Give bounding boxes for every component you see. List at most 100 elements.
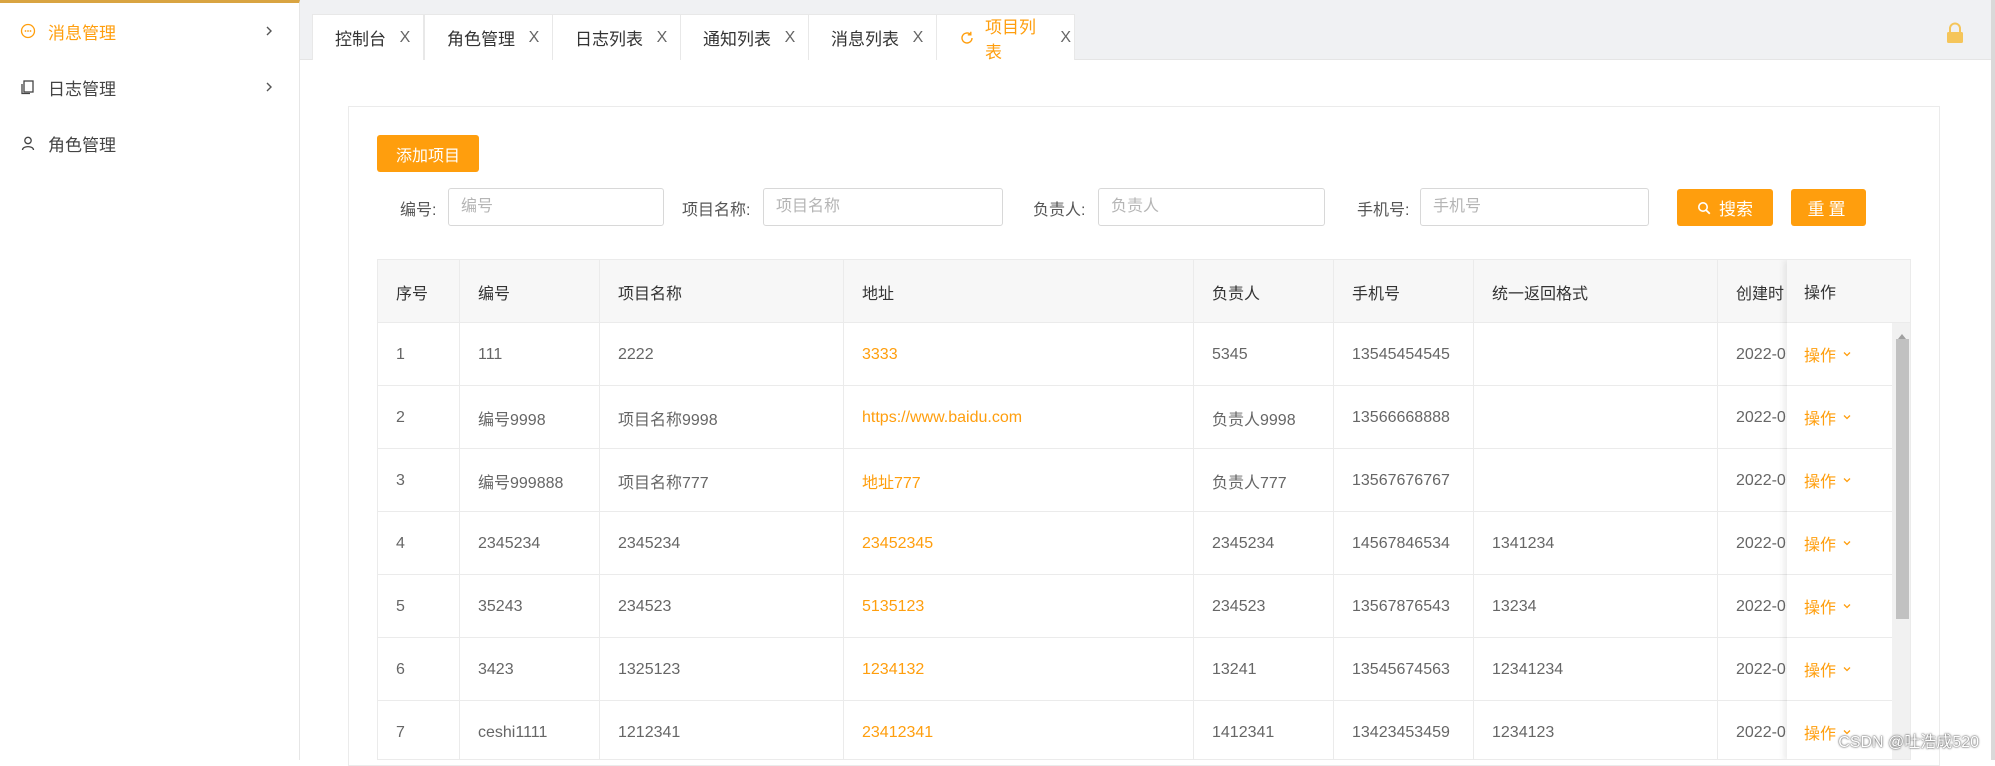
- tab-log-list[interactable]: 日志列表 X: [552, 14, 681, 60]
- table-cell: 2345234: [1194, 512, 1334, 575]
- tab-bar: 控制台 X 角色管理 X 日志列表 X 通知列表 X 消息列表 X 项目列表 X: [300, 0, 1995, 60]
- column-header: 创建时: [1718, 260, 1798, 323]
- table-cell: 5345: [1194, 323, 1334, 386]
- table-cell: 编号999888: [460, 449, 600, 512]
- tab-console[interactable]: 控制台 X: [312, 14, 424, 60]
- table-cell: 111: [460, 323, 600, 386]
- operations-label: 操作: [1804, 531, 1836, 555]
- chevron-down-icon: [1842, 664, 1852, 674]
- close-icon[interactable]: X: [525, 29, 543, 47]
- reset-button[interactable]: 重置: [1791, 189, 1866, 226]
- tab-notice-list[interactable]: 通知列表 X: [680, 14, 809, 60]
- sidebar: 消息管理 日志管理 角色管理: [0, 0, 300, 760]
- table-cell: ceshi1111: [460, 701, 600, 760]
- address-link[interactable]: 1234132: [844, 638, 1194, 701]
- table-cell: 2345234: [600, 512, 844, 575]
- close-icon[interactable]: X: [1057, 29, 1074, 47]
- column-header: 地址: [844, 260, 1194, 323]
- table-cell: 2022-0: [1718, 575, 1798, 638]
- close-icon[interactable]: X: [909, 29, 927, 47]
- column-header: 负责人: [1194, 260, 1334, 323]
- operations-dropdown[interactable]: 操作: [1787, 638, 1892, 701]
- vertical-scrollbar[interactable]: [1892, 323, 1911, 760]
- operations-dropdown[interactable]: 操作: [1787, 323, 1892, 386]
- tab-label: 日志列表: [575, 25, 643, 50]
- address-link[interactable]: 23452345: [844, 512, 1194, 575]
- table-cell: 2022-0: [1718, 323, 1798, 386]
- table-cell: 13545674563: [1334, 638, 1474, 701]
- tab-message-list[interactable]: 消息列表 X: [808, 14, 937, 60]
- log-icon: [20, 79, 36, 95]
- table-header: 序号 编号 项目名称 地址 负责人 手机号 统一返回格式 创建时: [378, 260, 1911, 323]
- project-table: 序号 编号 项目名称 地址 负责人 手机号 统一返回格式 创建时 1 111 2…: [377, 259, 1911, 760]
- filter-label-owner: 负责人:: [1033, 196, 1085, 220]
- add-project-button[interactable]: 添加项目: [377, 135, 479, 172]
- scroll-up-arrow-icon[interactable]: [1897, 327, 1907, 335]
- watermark: CSDN @吐浩成520: [1838, 728, 1979, 752]
- table-cell: 负责人9998: [1194, 386, 1334, 449]
- table-cell: 编号9998: [460, 386, 600, 449]
- table-cell: 1212341: [600, 701, 844, 760]
- project-name-input[interactable]: [763, 188, 1003, 226]
- chevron-down-icon: [1842, 349, 1852, 359]
- filter-label-phone: 手机号:: [1357, 196, 1409, 220]
- table-cell: [1474, 386, 1718, 449]
- window-edge: [1991, 0, 1995, 760]
- tab-role-management[interactable]: 角色管理 X: [424, 14, 553, 60]
- address-link[interactable]: 地址777: [844, 449, 1194, 512]
- table-cell: 2222: [600, 323, 844, 386]
- table-cell: 2022-0: [1718, 701, 1798, 760]
- operations-label: 操作: [1804, 657, 1836, 681]
- address-link[interactable]: 3333: [844, 323, 1194, 386]
- address-link[interactable]: 23412341: [844, 701, 1194, 760]
- phone-input[interactable]: [1420, 188, 1649, 226]
- code-input[interactable]: [448, 188, 664, 226]
- chevron-down-icon: [1842, 412, 1852, 422]
- tab-label: 控制台: [335, 25, 386, 50]
- table-cell: 1341234: [1474, 512, 1718, 575]
- table-cell: 234523: [1194, 575, 1334, 638]
- lock-icon[interactable]: [1945, 22, 1965, 44]
- operations-column: 操作 操作 操作 操作 操作 操作 操作 操作: [1787, 260, 1892, 760]
- operations-dropdown[interactable]: 操作: [1787, 449, 1892, 512]
- address-link[interactable]: https://www.baidu.com: [844, 386, 1194, 449]
- sidebar-item-label: 日志管理: [48, 75, 116, 100]
- close-icon[interactable]: X: [781, 29, 799, 47]
- table-cell: 35243: [460, 575, 600, 638]
- user-icon: [20, 135, 36, 151]
- message-icon: [20, 23, 36, 39]
- operations-dropdown[interactable]: 操作: [1787, 575, 1892, 638]
- table-cell: 负责人777: [1194, 449, 1334, 512]
- tab-project-list[interactable]: 项目列表 X: [936, 14, 1075, 60]
- sidebar-item-role-management[interactable]: 角色管理: [0, 115, 299, 171]
- table-cell: 2022-0: [1718, 386, 1798, 449]
- scrollbar-thumb[interactable]: [1896, 339, 1909, 619]
- sidebar-item-log-management[interactable]: 日志管理: [0, 59, 299, 115]
- table-cell: [1474, 449, 1718, 512]
- column-header: 项目名称: [600, 260, 844, 323]
- search-icon: [1697, 201, 1711, 215]
- table-cell: 13545454545: [1334, 323, 1474, 386]
- table-cell: [1474, 323, 1718, 386]
- sidebar-item-message-management[interactable]: 消息管理: [0, 3, 299, 59]
- table-cell: 1: [378, 323, 460, 386]
- operations-dropdown[interactable]: 操作: [1787, 512, 1892, 575]
- search-button[interactable]: 搜索: [1677, 189, 1773, 226]
- operations-dropdown[interactable]: 操作: [1787, 386, 1892, 449]
- close-icon[interactable]: X: [653, 29, 671, 47]
- chevron-right-icon: [263, 81, 275, 93]
- table-cell: 3423: [460, 638, 600, 701]
- close-icon[interactable]: X: [396, 29, 414, 47]
- table-row: 2 编号9998 项目名称9998 https://www.baidu.com …: [378, 386, 1911, 449]
- operations-label: 操作: [1804, 405, 1836, 429]
- table-cell: 项目名称9998: [600, 386, 844, 449]
- tab-label: 角色管理: [447, 25, 515, 50]
- table-cell: 13567676767: [1334, 449, 1474, 512]
- chevron-right-icon: [263, 25, 275, 37]
- table-row: 3 编号999888 项目名称777 地址777 负责人777 13567676…: [378, 449, 1911, 512]
- address-link[interactable]: 5135123: [844, 575, 1194, 638]
- table-cell: 3: [378, 449, 460, 512]
- owner-input[interactable]: [1098, 188, 1325, 226]
- table-cell: 7: [378, 701, 460, 760]
- table-cell: 1234123: [1474, 701, 1718, 760]
